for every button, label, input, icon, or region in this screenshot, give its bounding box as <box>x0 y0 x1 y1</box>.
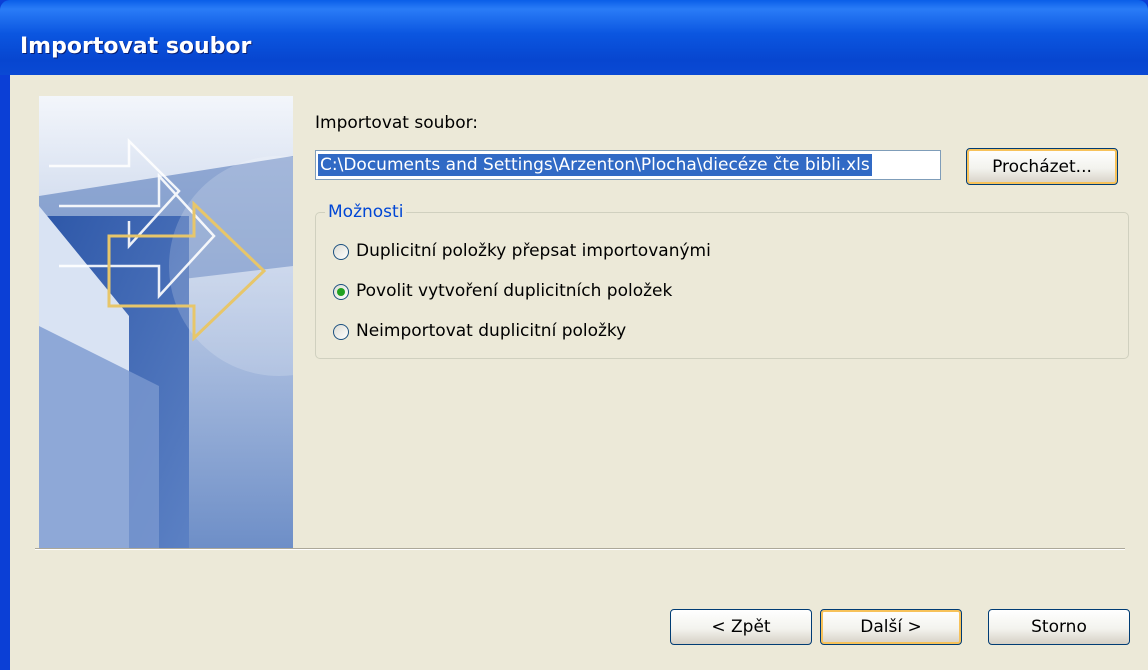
file-path-value: C:\Documents and Settings\Arzenton\Ploch… <box>318 154 872 176</box>
file-label: Importovat soubor: <box>315 113 479 133</box>
title-bar[interactable]: Importovat soubor <box>0 0 1148 75</box>
browse-button[interactable]: Procházet... <box>966 148 1118 185</box>
dialog-client-area: Importovat soubor: C:\Documents and Sett… <box>10 75 1148 670</box>
options-group-label: Možnosti <box>325 202 407 222</box>
import-file-dialog: Importovat soubor Importovat soubor: C:\… <box>0 0 1148 670</box>
next-button[interactable]: Další > <box>820 609 962 645</box>
cancel-button[interactable]: Storno <box>988 609 1130 645</box>
window-title: Importovat soubor <box>20 34 252 59</box>
radio-skip-duplicates[interactable] <box>333 324 349 340</box>
radio-selected-dot <box>337 288 345 296</box>
radio-allow-duplicates[interactable] <box>333 284 349 300</box>
radio-skip-label[interactable]: Neimportovat duplicitní položky <box>356 321 626 341</box>
radio-overwrite-label[interactable]: Duplicitní položky přepsat importovanými <box>356 241 711 261</box>
radio-allow-label[interactable]: Povolit vytvoření duplicitních položek <box>356 281 672 301</box>
radio-overwrite-duplicates[interactable] <box>333 244 349 260</box>
back-button[interactable]: < Zpět <box>670 609 812 645</box>
wizard-side-graphic <box>39 96 293 550</box>
file-path-input[interactable]: C:\Documents and Settings\Arzenton\Ploch… <box>315 150 941 180</box>
footer-separator <box>35 548 1125 550</box>
